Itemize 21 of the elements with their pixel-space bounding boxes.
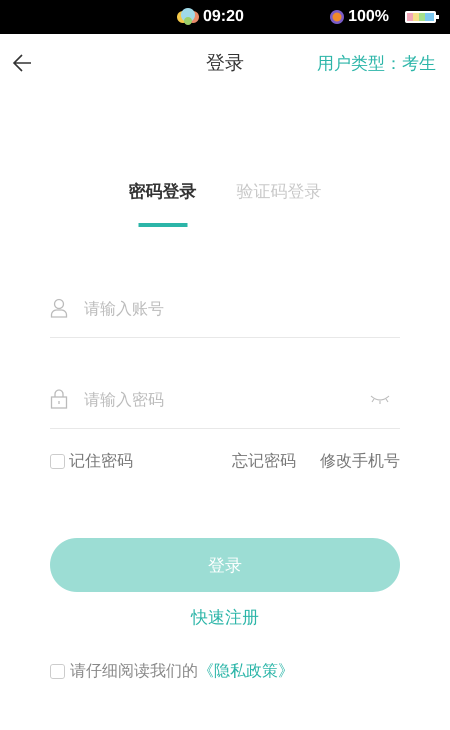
checkbox[interactable] <box>50 664 65 679</box>
page-title: 登录 <box>205 51 245 76</box>
status-time: 09:20 <box>203 8 244 26</box>
person-icon <box>50 298 68 318</box>
battery-icon <box>404 9 440 25</box>
agreement-text: 请仔细阅读我们的《隐私政策》 <box>70 661 294 682</box>
lock-icon <box>50 389 68 409</box>
privacy-link[interactable]: 《隐私政策》 <box>198 661 294 680</box>
register-link[interactable]: 快速注册 <box>191 606 259 629</box>
location-icon <box>329 9 346 25</box>
closed-eye-icon <box>370 393 390 405</box>
user-type-link[interactable]: 用户类型：考生 <box>317 52 436 74</box>
balloon-icon <box>176 7 200 27</box>
battery-percent: 100% <box>348 8 389 26</box>
text-link[interactable]: 忘记密码 <box>232 451 296 472</box>
input-field[interactable]: 请输入密码 <box>82 388 356 410</box>
text-link[interactable]: 修改手机号 <box>320 451 400 472</box>
login-tab[interactable]: 密码登录 <box>128 180 196 227</box>
input-field[interactable]: 请输入账号 <box>82 298 400 318</box>
checkbox[interactable] <box>50 454 65 469</box>
remember-label: 记住密码 <box>69 451 133 472</box>
